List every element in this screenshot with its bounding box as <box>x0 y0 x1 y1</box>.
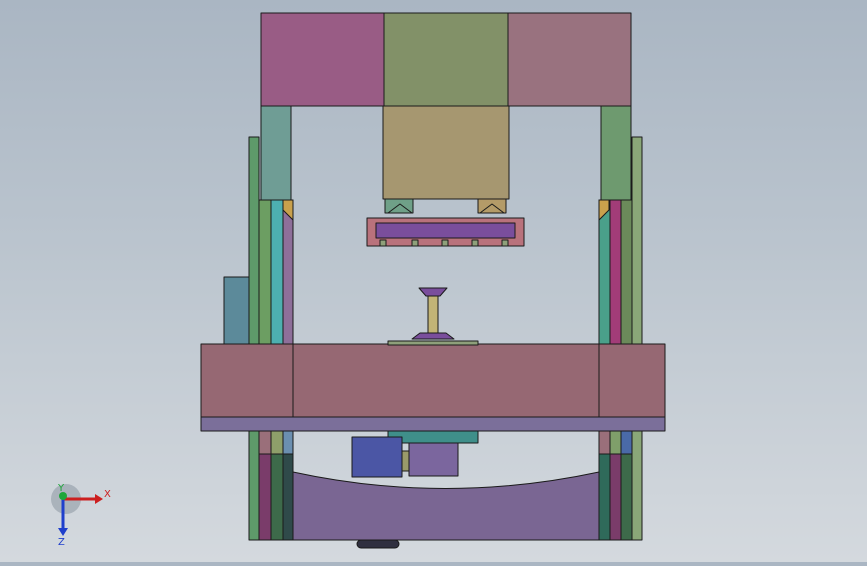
hydraulic-cylinder[interactable] <box>382 105 510 200</box>
x-axis-arrow-icon <box>95 494 103 504</box>
punch-base[interactable] <box>387 340 479 346</box>
triad-z-label: Z <box>58 537 65 548</box>
cad-model-drawing[interactable]: X Y Z <box>0 0 867 562</box>
coordinate-triad: X Y Z <box>51 483 111 548</box>
right-column-outer[interactable] <box>631 136 643 541</box>
right-column-upper[interactable] <box>600 105 632 201</box>
triad-y-label: Y <box>57 483 65 494</box>
left-column-upper[interactable] <box>260 105 292 201</box>
triad-x-label: X <box>104 489 111 500</box>
worktable-base-strip[interactable] <box>200 416 666 432</box>
upper-die-plate[interactable] <box>375 222 516 239</box>
punch-head[interactable] <box>418 287 448 297</box>
z-axis-arrow-icon <box>58 528 68 536</box>
graphics-viewport[interactable]: X Y Z <box>0 0 867 562</box>
left-column-outer[interactable] <box>248 136 260 541</box>
base-frame[interactable] <box>292 471 600 541</box>
lower-gear-box[interactable] <box>408 442 459 477</box>
top-beam-left[interactable] <box>260 12 385 107</box>
base-foot[interactable] <box>356 539 400 549</box>
punch-tool[interactable] <box>427 295 439 334</box>
punch-flange[interactable] <box>411 332 455 340</box>
lower-motor-block[interactable] <box>351 436 403 478</box>
top-beam-center[interactable] <box>383 12 509 107</box>
top-beam-right[interactable] <box>507 12 632 107</box>
